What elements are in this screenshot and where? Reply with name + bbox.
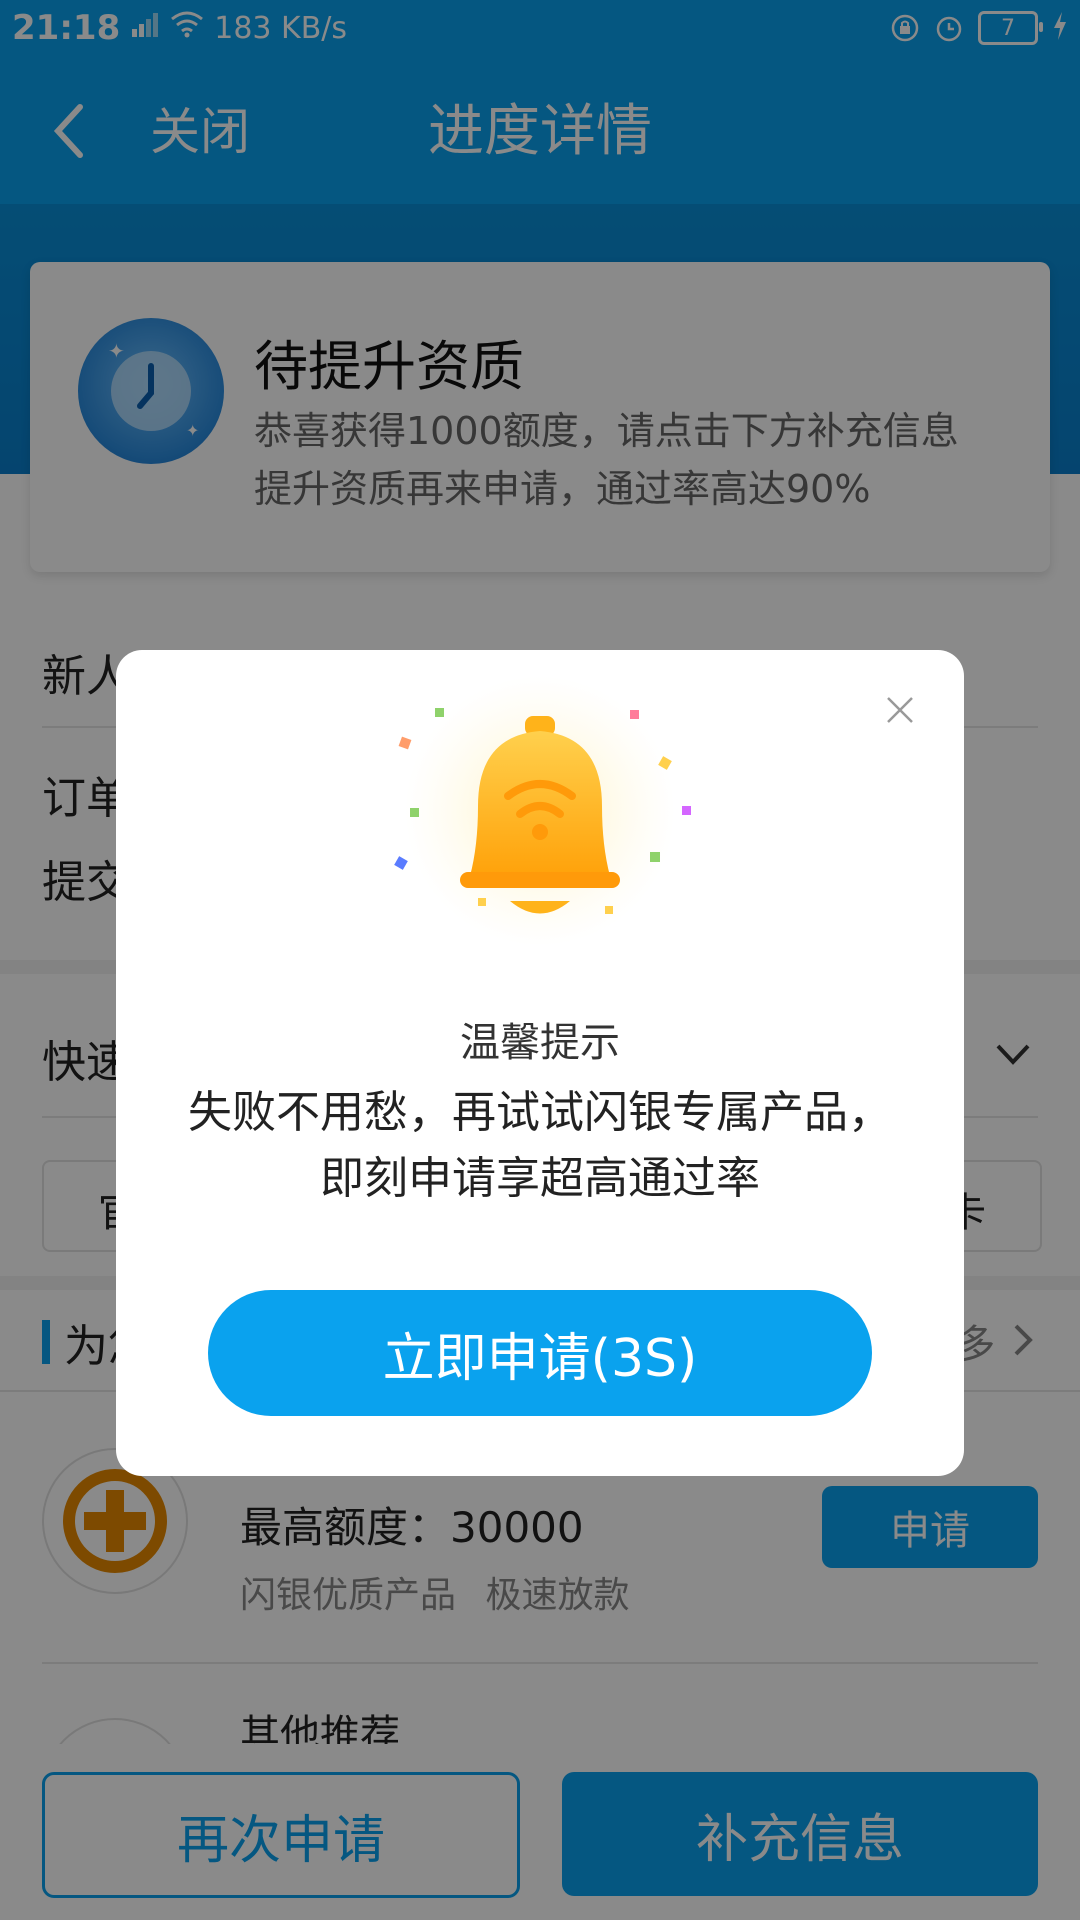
dialog-message: 失败不用愁，再试试闪银专属产品， 即刻申请享超高通过率 [156, 1080, 924, 1212]
bell-icon [360, 676, 720, 946]
dialog-heading: 温馨提示 [460, 1020, 620, 1066]
dialog-message-line1: 失败不用愁，再试试闪银专属产品， [188, 1087, 892, 1138]
apply-now-button[interactable]: 立即申请(3S) [208, 1290, 872, 1416]
dialog-message-line2: 即刻申请享超高通过率 [320, 1153, 760, 1204]
tip-dialog: 温馨提示 失败不用愁，再试试闪银专属产品， 即刻申请享超高通过率 立即申请(3S… [116, 650, 964, 1476]
close-icon[interactable] [880, 690, 920, 730]
